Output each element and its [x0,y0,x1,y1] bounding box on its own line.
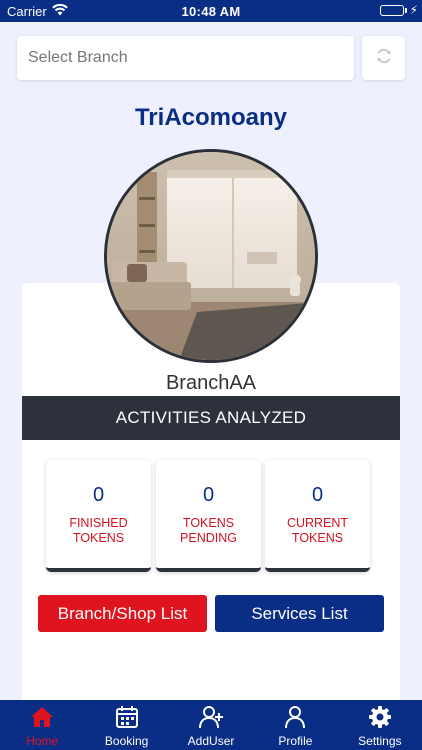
tab-label: Profile [278,734,313,748]
stat-label: TOKENS PENDING [156,516,261,546]
tab-settings[interactable]: Settings [338,700,422,750]
stat-label-line1: FINISHED [69,516,128,530]
battery-tip [405,8,407,13]
stat-label-line1: CURRENT [286,516,349,530]
stat-label-line2: PENDING [180,531,237,545]
calendar-icon [114,704,140,730]
branch-select-dropdown[interactable]: Select Branch [17,36,354,80]
stat-label-line2: TOKENS [72,531,125,545]
current-tokens-card: 0 CURRENT TOKENS [265,460,370,572]
branch-avatar-image [104,149,318,363]
finished-tokens-card: 0 FINISHED TOKENS [46,460,151,572]
refresh-button[interactable] [362,36,405,80]
branch-name: BranchAA [165,372,257,394]
tab-home[interactable]: Home [0,700,84,750]
gear-icon [367,704,393,730]
status-bar: Carrier 10:48 AM ⚡ [0,0,422,22]
user-icon [282,704,308,730]
clock-time: 10:48 AM [181,4,241,19]
charging-icon: ⚡ [409,3,418,17]
stat-value: 0 [92,484,105,506]
stat-label-line1: TOKENS [182,516,235,530]
branch-shop-list-button[interactable]: Branch/Shop List [38,595,207,632]
stat-value: 0 [202,484,215,506]
branch-select-placeholder: Select Branch [28,49,128,66]
bottom-tab-bar: Home Booking AddUser Profile Settings [0,700,422,750]
tab-adduser[interactable]: AddUser [169,700,253,750]
add-user-icon [198,704,224,730]
home-icon [29,704,55,730]
stat-value: 0 [311,484,324,506]
stat-label: FINISHED TOKENS [46,516,151,546]
battery-icon [380,5,404,16]
tab-label: Settings [358,734,402,748]
refresh-icon [375,47,393,70]
tab-label: AddUser [187,734,235,748]
tab-label: Booking [104,734,149,748]
stat-label-line2: TOKENS [291,531,344,545]
activities-analyzed-header: ACTIVITIES ANALYZED [22,396,400,440]
tab-booking[interactable]: Booking [84,700,168,750]
stat-label: CURRENT TOKENS [265,516,370,546]
tokens-pending-card: 0 TOKENS PENDING [156,460,261,572]
tab-label: Home [26,734,59,748]
services-list-button[interactable]: Services List [215,595,384,632]
tab-profile[interactable]: Profile [253,700,337,750]
company-title: TriAcomoany [134,104,288,131]
